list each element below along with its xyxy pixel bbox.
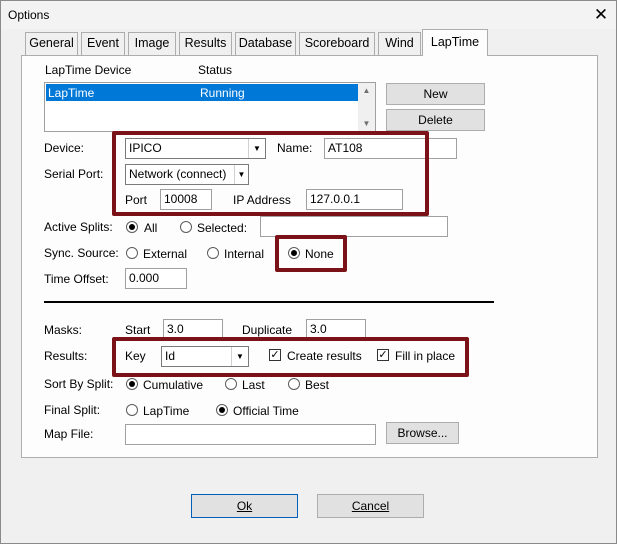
radio-laptime-label: LapTime [143,404,190,418]
device-list[interactable]: LapTime Running ▲ ▼ [44,82,376,132]
serial-port-label: Serial Port: [44,167,104,181]
map-file-field[interactable] [125,424,376,445]
tab-laptime[interactable]: LapTime [422,29,488,56]
final-split-label: Final Split: [44,403,101,417]
browse-button[interactable]: Browse... [386,422,459,444]
section-divider [44,301,494,303]
device-label: Device: [44,141,85,155]
radio-all-label: All [144,221,158,235]
tab-general[interactable]: General [25,32,78,55]
map-file-label: Map File: [44,427,94,441]
tab-wind[interactable]: Wind [378,32,421,55]
radio-internal[interactable] [207,247,219,259]
new-button[interactable]: New [386,83,485,105]
tab-event[interactable]: Event [81,32,125,55]
ok-button[interactable]: Ok [191,494,298,518]
tab-results[interactable]: Results [179,32,232,55]
list-item[interactable]: LapTime Running [46,84,358,101]
highlight-box-sync [275,235,347,272]
highlight-box-results [112,337,469,377]
masks-label: Masks: [44,323,83,337]
tab-image[interactable]: Image [128,32,176,55]
radio-all[interactable] [126,221,138,233]
cancel-button[interactable]: Cancel [317,494,424,518]
sort-by-split-label: Sort By Split: [44,377,114,391]
sync-source-label: Sync. Source: [44,246,119,260]
results-label: Results: [44,349,88,363]
radio-official-time-label: Official Time [233,404,299,418]
title-bar: Options ✕ [1,1,616,29]
radio-last[interactable] [225,378,237,390]
delete-button[interactable]: Delete [386,109,485,131]
radio-cumulative-label: Cumulative [143,378,204,392]
radio-official-time[interactable] [216,404,228,416]
time-offset-label: Time Offset: [44,272,109,286]
radio-selected-label: Selected: [197,221,248,235]
scroll-down-icon[interactable]: ▼ [358,116,375,131]
radio-laptime[interactable] [126,404,138,416]
radio-best-label: Best [305,378,330,392]
options-window: Options ✕ General Event Image Results Da… [0,0,617,544]
ok-button-label: Ok [236,499,253,513]
list-scrollbar[interactable]: ▲ ▼ [358,83,375,131]
radio-cumulative[interactable] [126,378,138,390]
cancel-button-label: Cancel [351,499,390,513]
radio-best[interactable] [288,378,300,390]
radio-internal-label: Internal [224,247,265,261]
window-title: Options [8,8,50,22]
radio-external[interactable] [126,247,138,259]
col-header-status: Status [198,63,233,77]
time-offset-field[interactable]: 0.000 [125,268,187,289]
list-item-status: Running [200,86,245,100]
tab-scoreboard[interactable]: Scoreboard [299,32,375,55]
active-splits-label: Active Splits: [44,220,113,234]
col-header-device: LapTime Device [45,63,132,77]
radio-selected[interactable] [180,221,192,233]
scroll-up-icon[interactable]: ▲ [358,83,375,98]
radio-last-label: Last [242,378,265,392]
selected-splits-field[interactable] [260,216,448,237]
close-icon[interactable]: ✕ [589,4,613,26]
list-item-device: LapTime [48,86,95,100]
start-label: Start [125,323,151,337]
highlight-box-device [112,131,429,216]
radio-external-label: External [143,247,188,261]
duplicate-label: Duplicate [242,323,293,337]
tab-database[interactable]: Database [235,32,296,55]
